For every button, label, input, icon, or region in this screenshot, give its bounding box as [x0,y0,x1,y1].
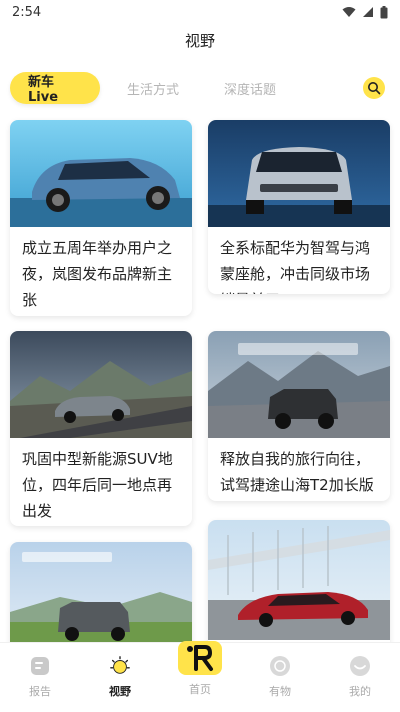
suv-mountain-road-photo [10,331,192,438]
article-card[interactable]: 全系标配华为智驾与鸿蒙座舱，冲击同级市场销量前三 [208,120,390,294]
blue-suv-photo [10,120,192,227]
nav-label: 有物 [269,685,291,698]
tab-deep-topics[interactable]: 深度话题 [224,72,276,104]
profile-icon [349,655,371,677]
signal-icon [363,7,373,17]
status-time: 2:54 [12,4,42,20]
tab-lifestyle[interactable]: 生活方式 [127,72,179,104]
nav-item-me[interactable]: 我的 [330,655,390,699]
nav-item-vision[interactable]: 视野 [90,655,150,699]
red-sedan-bridge-photo [208,520,390,640]
article-card[interactable]: 释放自我的旅行向往，试驾捷途山海T2加长版 [208,331,390,501]
article-title: 全系标配华为智驾与鸿蒙座舱，冲击同级市场销量前三 [220,239,371,294]
article-feed: 成立五周年举办用户之夜，岚图发布品牌新主张 全系标配华为智驾与鸿蒙座舱，冲击同级… [0,112,400,642]
tab-new-car-live[interactable]: 新车Live [10,72,100,105]
wifi-icon [342,7,356,17]
category-tabs: 新车Live 生活方式 深度话题 [10,71,390,105]
nav-label: 视野 [109,685,131,698]
nav-item-goods[interactable]: 有物 [250,655,310,699]
article-title: 释放自我的旅行向往，试驾捷途山海T2加长版 [220,450,374,494]
article-card[interactable] [10,542,192,642]
nav-item-report[interactable]: 报告 [10,655,70,699]
goods-icon [269,655,291,677]
status-bar: 2:54 [0,0,400,24]
silver-suv-stage-photo [208,120,390,227]
search-button[interactable] [363,77,385,99]
bottom-navigation: 报告 视野 首页 有物 我的 [0,639,400,712]
home-logo-icon [178,641,222,675]
status-icons [342,5,388,19]
report-icon [29,655,51,677]
home-button[interactable] [176,639,224,679]
nav-label-home: 首页 [189,683,211,696]
sun-icon [109,655,131,677]
battery-icon [380,5,388,18]
article-card[interactable]: 巩固中型新能源SUV地位，四年后同一地点再出发 [10,331,192,526]
offroad-suv-mountain-photo [208,331,390,438]
page-title: 视野 [184,32,215,50]
article-title: 成立五周年举办用户之夜，岚图发布品牌新主张 [22,239,173,309]
nav-label: 我的 [349,685,371,698]
offroad-suv-grassland-photo [10,542,192,642]
article-title: 巩固中型新能源SUV地位，四年后同一地点再出发 [22,450,173,520]
article-card[interactable] [208,520,390,642]
search-icon [368,82,381,95]
nav-label: 报告 [29,685,51,698]
article-card[interactable]: 成立五周年举办用户之夜，岚图发布品牌新主张 [10,120,192,316]
